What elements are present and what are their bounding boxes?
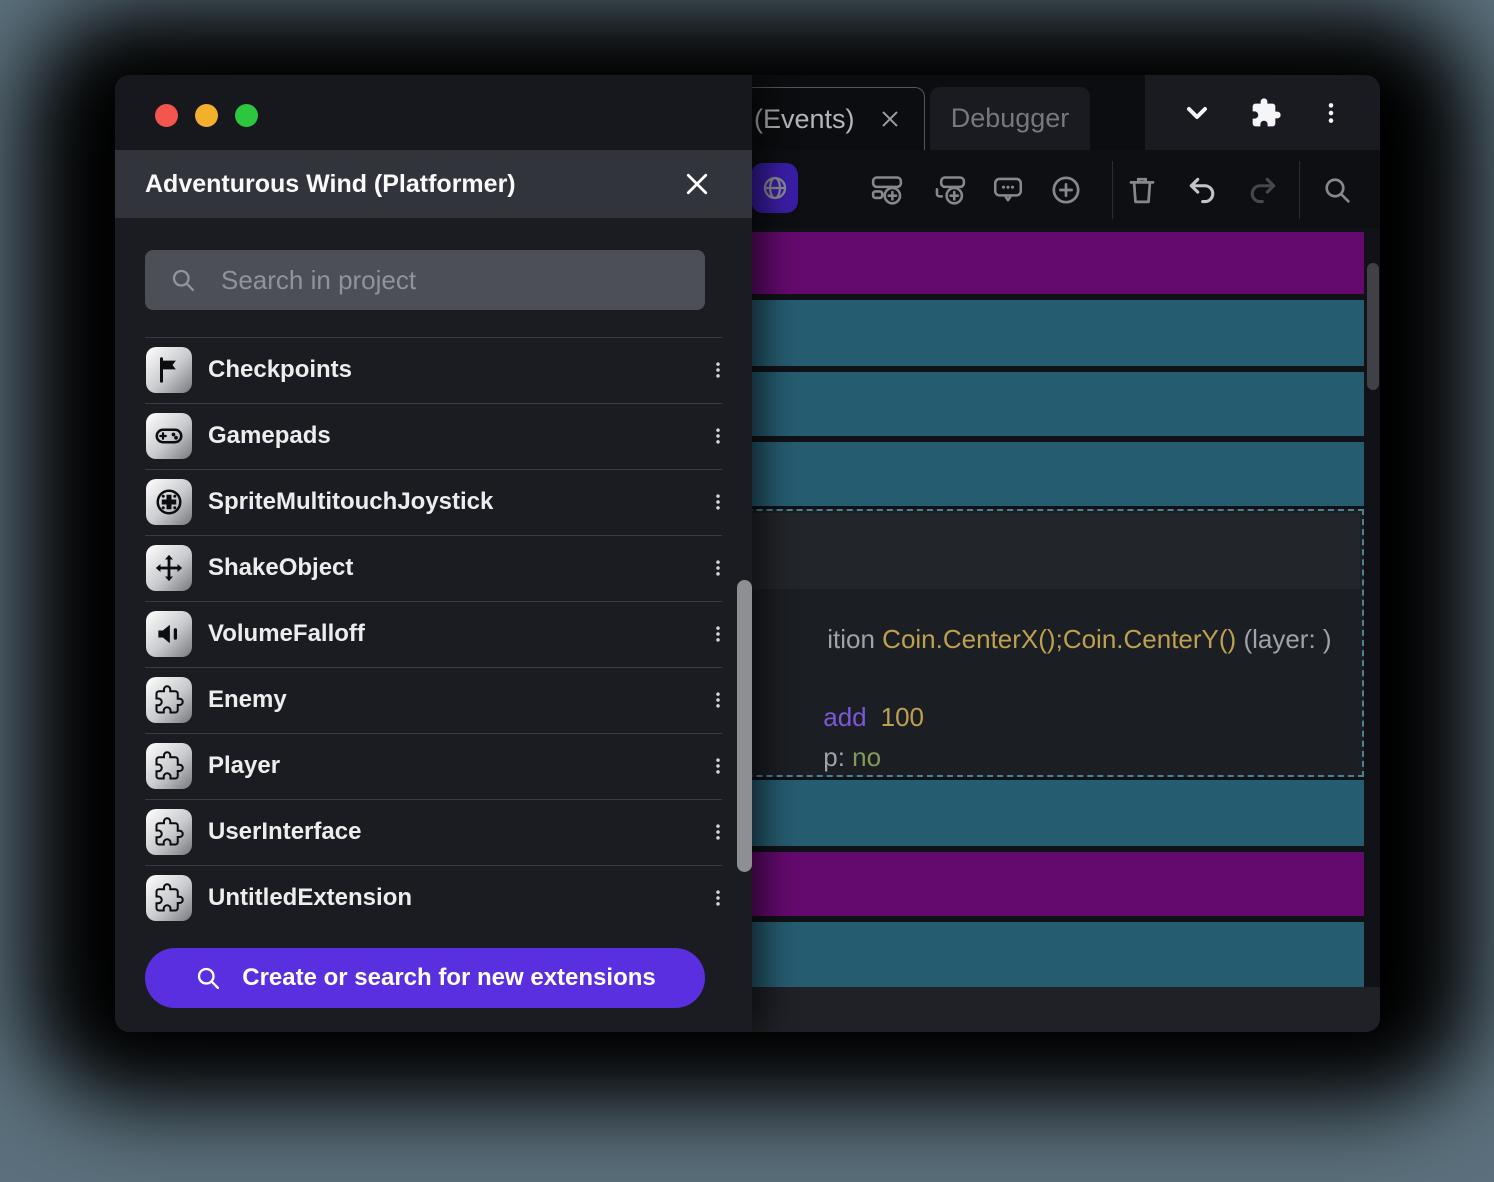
code-separator: ; <box>1056 624 1063 654</box>
kebab-menu-icon[interactable] <box>696 810 740 854</box>
create-extension-button[interactable]: Create or search for new extensions <box>145 948 705 1008</box>
code-text: ition <box>827 624 882 654</box>
list-item-spritemultitouchjoystick[interactable]: SpriteMultitouchJoystick <box>115 469 752 535</box>
add-comment-button[interactable] <box>986 168 1030 212</box>
code-value: no <box>852 742 881 772</box>
desktop: (Events) Debugger <box>0 0 1494 1182</box>
window-menu-area <box>1145 75 1380 150</box>
search-icon <box>1321 174 1353 206</box>
speaker-icon <box>146 611 192 657</box>
list-item-label: Checkpoints <box>208 356 696 384</box>
flag-icon <box>146 347 192 393</box>
comment-icon <box>991 173 1025 207</box>
kebab-menu-icon[interactable] <box>696 480 740 524</box>
maximize-traffic-light[interactable] <box>235 104 258 127</box>
gamepad-icon <box>146 413 192 459</box>
kebab-menu-icon[interactable] <box>1318 100 1344 126</box>
list-item-label: UntitledExtension <box>208 884 696 912</box>
list-item-untitledextension[interactable]: UntitledExtension <box>115 865 752 931</box>
close-drawer-button[interactable] <box>682 169 712 199</box>
extensions-list: Checkpoints Gamepads SpriteMultitouchJoy… <box>115 337 752 931</box>
add-subevent-button[interactable] <box>928 168 972 212</box>
kebab-menu-icon[interactable] <box>696 348 740 392</box>
delete-button[interactable] <box>1120 168 1164 212</box>
kebab-menu-icon[interactable] <box>696 744 740 788</box>
tab-debugger-label: Debugger <box>951 103 1070 134</box>
puzzle-icon <box>146 809 192 855</box>
project-search[interactable] <box>145 250 705 310</box>
project-title: Adventurous Wind (Platformer) <box>145 170 516 199</box>
redo-icon <box>1246 173 1280 207</box>
list-item-label: Player <box>208 752 696 780</box>
puzzle-icon <box>146 743 192 789</box>
joystick-icon <box>146 479 192 525</box>
code-expression: Coin.CenterX() <box>882 624 1055 654</box>
puzzle-icon <box>146 677 192 723</box>
drawer-header: Adventurous Wind (Platformer) <box>115 150 752 218</box>
redo-button[interactable] <box>1241 168 1285 212</box>
plus-circle-icon <box>1049 173 1083 207</box>
list-item-checkpoints[interactable]: Checkpoints <box>115 337 752 403</box>
kebab-menu-icon[interactable] <box>696 414 740 458</box>
list-item-label: UserInterface <box>208 818 696 846</box>
add-subevent-icon <box>933 173 967 207</box>
search-events-button[interactable] <box>1315 168 1359 212</box>
list-item-label: VolumeFalloff <box>208 620 696 648</box>
tab-events-label: (Events) <box>754 104 855 135</box>
add-event-icon <box>870 173 904 207</box>
toolbar-divider <box>1299 161 1300 219</box>
globe-icon <box>761 174 789 202</box>
trash-icon <box>1125 173 1159 207</box>
list-item-label: Gamepads <box>208 422 696 450</box>
move-arrows-icon <box>146 545 192 591</box>
list-item-userinterface[interactable]: UserInterface <box>115 799 752 865</box>
gdevelop-window: (Events) Debugger <box>115 75 1380 1032</box>
create-extension-label: Create or search for new extensions <box>242 964 655 992</box>
code-text: (layer: ) <box>1236 624 1331 654</box>
list-item-volumefalloff[interactable]: VolumeFalloff <box>115 601 752 667</box>
close-icon <box>682 169 712 199</box>
tab-close-icon[interactable] <box>879 108 901 130</box>
add-other-event-button[interactable] <box>1044 168 1088 212</box>
kebab-menu-icon[interactable] <box>696 546 740 590</box>
list-item-enemy[interactable]: Enemy <box>115 667 752 733</box>
code-value: 100 <box>881 702 924 732</box>
list-item-shakeobject[interactable]: ShakeObject <box>115 535 752 601</box>
add-event-button[interactable] <box>865 168 909 212</box>
kebab-menu-icon[interactable] <box>696 876 740 920</box>
extensions-puzzle-icon[interactable] <box>1250 97 1282 129</box>
code-expression: Coin.CenterY() <box>1063 624 1236 654</box>
titlebar <box>115 75 752 150</box>
undo-button[interactable] <box>1180 168 1224 212</box>
list-item-gamepads[interactable]: Gamepads <box>115 403 752 469</box>
list-item-player[interactable]: Player <box>115 733 752 799</box>
undo-icon <box>1185 173 1219 207</box>
kebab-menu-icon[interactable] <box>696 612 740 656</box>
list-item-label: Enemy <box>208 686 696 714</box>
list-item-label: SpriteMultitouchJoystick <box>208 488 696 516</box>
code-text: p: <box>823 742 852 772</box>
toolbar-divider <box>1112 161 1113 219</box>
drawer-scrollbar[interactable] <box>737 580 752 872</box>
events-scrollbar[interactable] <box>1367 263 1379 390</box>
globe-button[interactable] <box>751 163 798 213</box>
tab-debugger[interactable]: Debugger <box>930 87 1090 150</box>
close-traffic-light[interactable] <box>155 104 178 127</box>
kebab-menu-icon[interactable] <box>696 678 740 722</box>
search-icon <box>194 964 222 992</box>
list-item-label: ShakeObject <box>208 554 696 582</box>
project-manager-drawer: Adventurous Wind (Platformer) Checkpoint… <box>115 75 752 1032</box>
search-input[interactable] <box>219 264 685 297</box>
minimize-traffic-light[interactable] <box>195 104 218 127</box>
puzzle-icon <box>146 875 192 921</box>
chevron-down-icon[interactable] <box>1181 97 1213 129</box>
search-icon <box>169 266 197 294</box>
